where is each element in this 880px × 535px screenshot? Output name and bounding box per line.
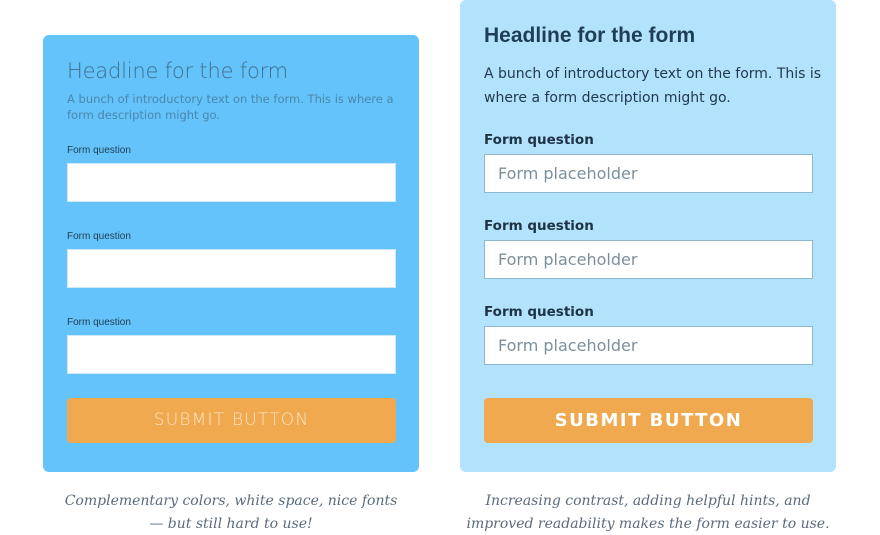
submit-button[interactable]: SUBMIT BUTTON — [67, 398, 396, 443]
form-question-label: Form question — [67, 317, 131, 328]
caption-line: — but still hard to use! — [149, 516, 313, 532]
caption-line: improved readability makes the form easi… — [466, 516, 830, 532]
submit-button[interactable]: SUBMIT BUTTON — [484, 398, 813, 443]
form-question-group: Form question — [484, 217, 813, 279]
form-question-input[interactable] — [484, 240, 813, 279]
improved-form: Headline for the form A bunch of introdu… — [460, 0, 836, 472]
form-intro-text: A bunch of introductory text on the form… — [67, 92, 394, 122]
form-headline: Headline for the form — [484, 24, 696, 47]
form-question-group: Form question — [67, 145, 396, 202]
form-question-input[interactable] — [67, 249, 396, 288]
form-intro-text: A bunch of introductory text on the form… — [484, 66, 822, 106]
right-form-caption: Increasing contrast, adding helpful hint… — [445, 490, 851, 535]
form-question-group: Form question — [484, 303, 813, 365]
form-question-group: Form question — [484, 131, 813, 193]
form-question-input[interactable] — [484, 326, 813, 365]
form-question-label: Form question — [484, 132, 594, 148]
form-question-input[interactable] — [67, 335, 396, 374]
form-question-input[interactable] — [484, 154, 813, 193]
comparison-stage: Headline for the form A bunch of introdu… — [0, 0, 880, 535]
caption-line: Complementary colors, white space, nice … — [64, 493, 398, 509]
form-question-label: Form question — [484, 304, 594, 320]
low-contrast-form: Headline for the form A bunch of introdu… — [43, 35, 419, 472]
caption-line: Increasing contrast, adding helpful hint… — [485, 493, 811, 509]
form-question-label: Form question — [67, 145, 131, 156]
form-question-label: Form question — [67, 231, 131, 242]
form-question-input[interactable] — [67, 163, 396, 202]
left-form-caption: Complementary colors, white space, nice … — [43, 490, 419, 535]
form-headline: Headline for the form — [67, 59, 288, 83]
form-question-label: Form question — [484, 218, 594, 234]
form-question-group: Form question — [67, 231, 396, 288]
form-question-group: Form question — [67, 317, 396, 374]
